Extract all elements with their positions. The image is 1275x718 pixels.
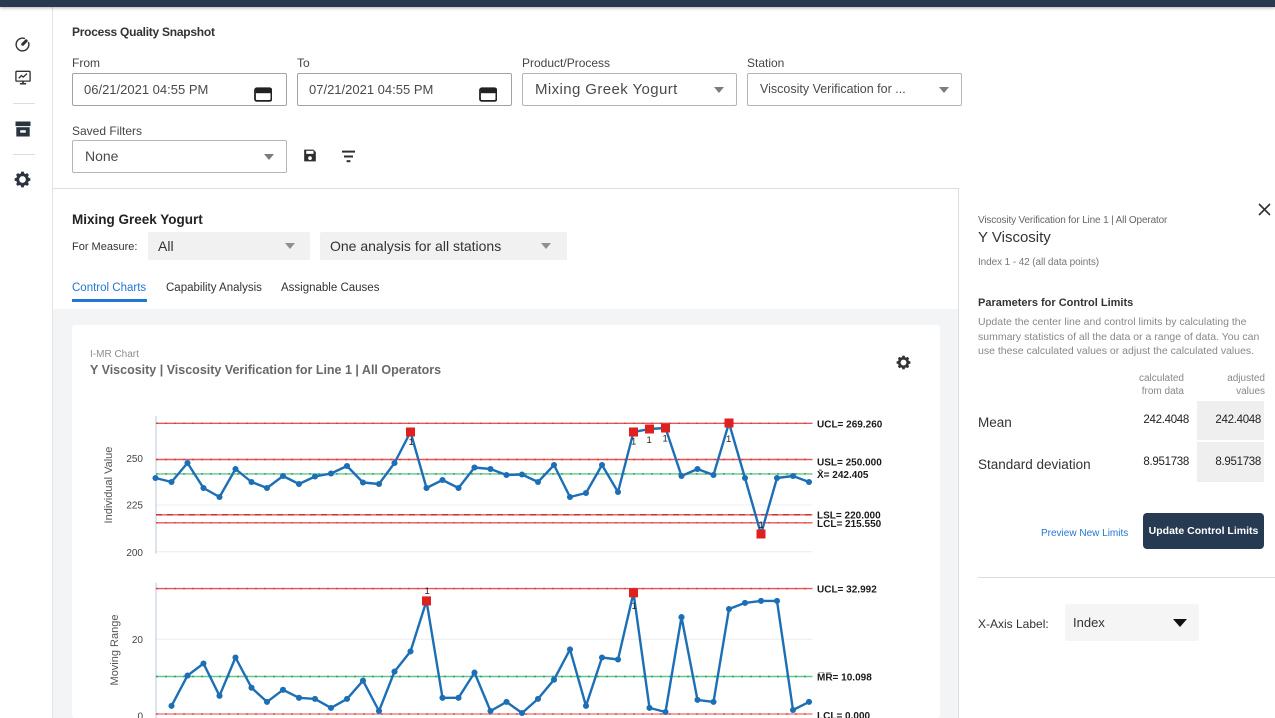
svg-text:UCL= 32.992: UCL= 32.992 [817,585,877,596]
svg-text:1: 1 [646,435,651,446]
svg-text:1: 1 [631,437,636,448]
svg-text:M̅R̅= 10.098: M̅R̅= 10.098 [817,672,872,684]
svg-text:UCL= 269.260: UCL= 269.260 [817,420,883,431]
svg-text:1: 1 [662,434,667,445]
svg-text:1: 1 [408,437,413,448]
svg-text:X̄= 242.405: X̄= 242.405 [817,469,869,481]
svg-text:1: 1 [758,520,763,531]
svg-text:1: 1 [726,434,731,445]
svg-text:Individual Value: Individual Value [103,447,115,524]
svg-text:0: 0 [137,712,143,718]
svg-text:LCL= 0.000: LCL= 0.000 [817,711,871,718]
svg-text:1: 1 [424,586,429,597]
svg-text:1: 1 [631,601,636,612]
svg-text:250: 250 [126,454,143,465]
svg-text:LCL= 215.550: LCL= 215.550 [817,519,882,530]
svg-text:20: 20 [131,635,143,646]
svg-text:USL= 250.000: USL= 250.000 [817,458,882,469]
svg-text:Moving Range: Moving Range [109,615,121,686]
svg-text:225: 225 [126,501,143,512]
svg-text:200: 200 [126,548,143,559]
